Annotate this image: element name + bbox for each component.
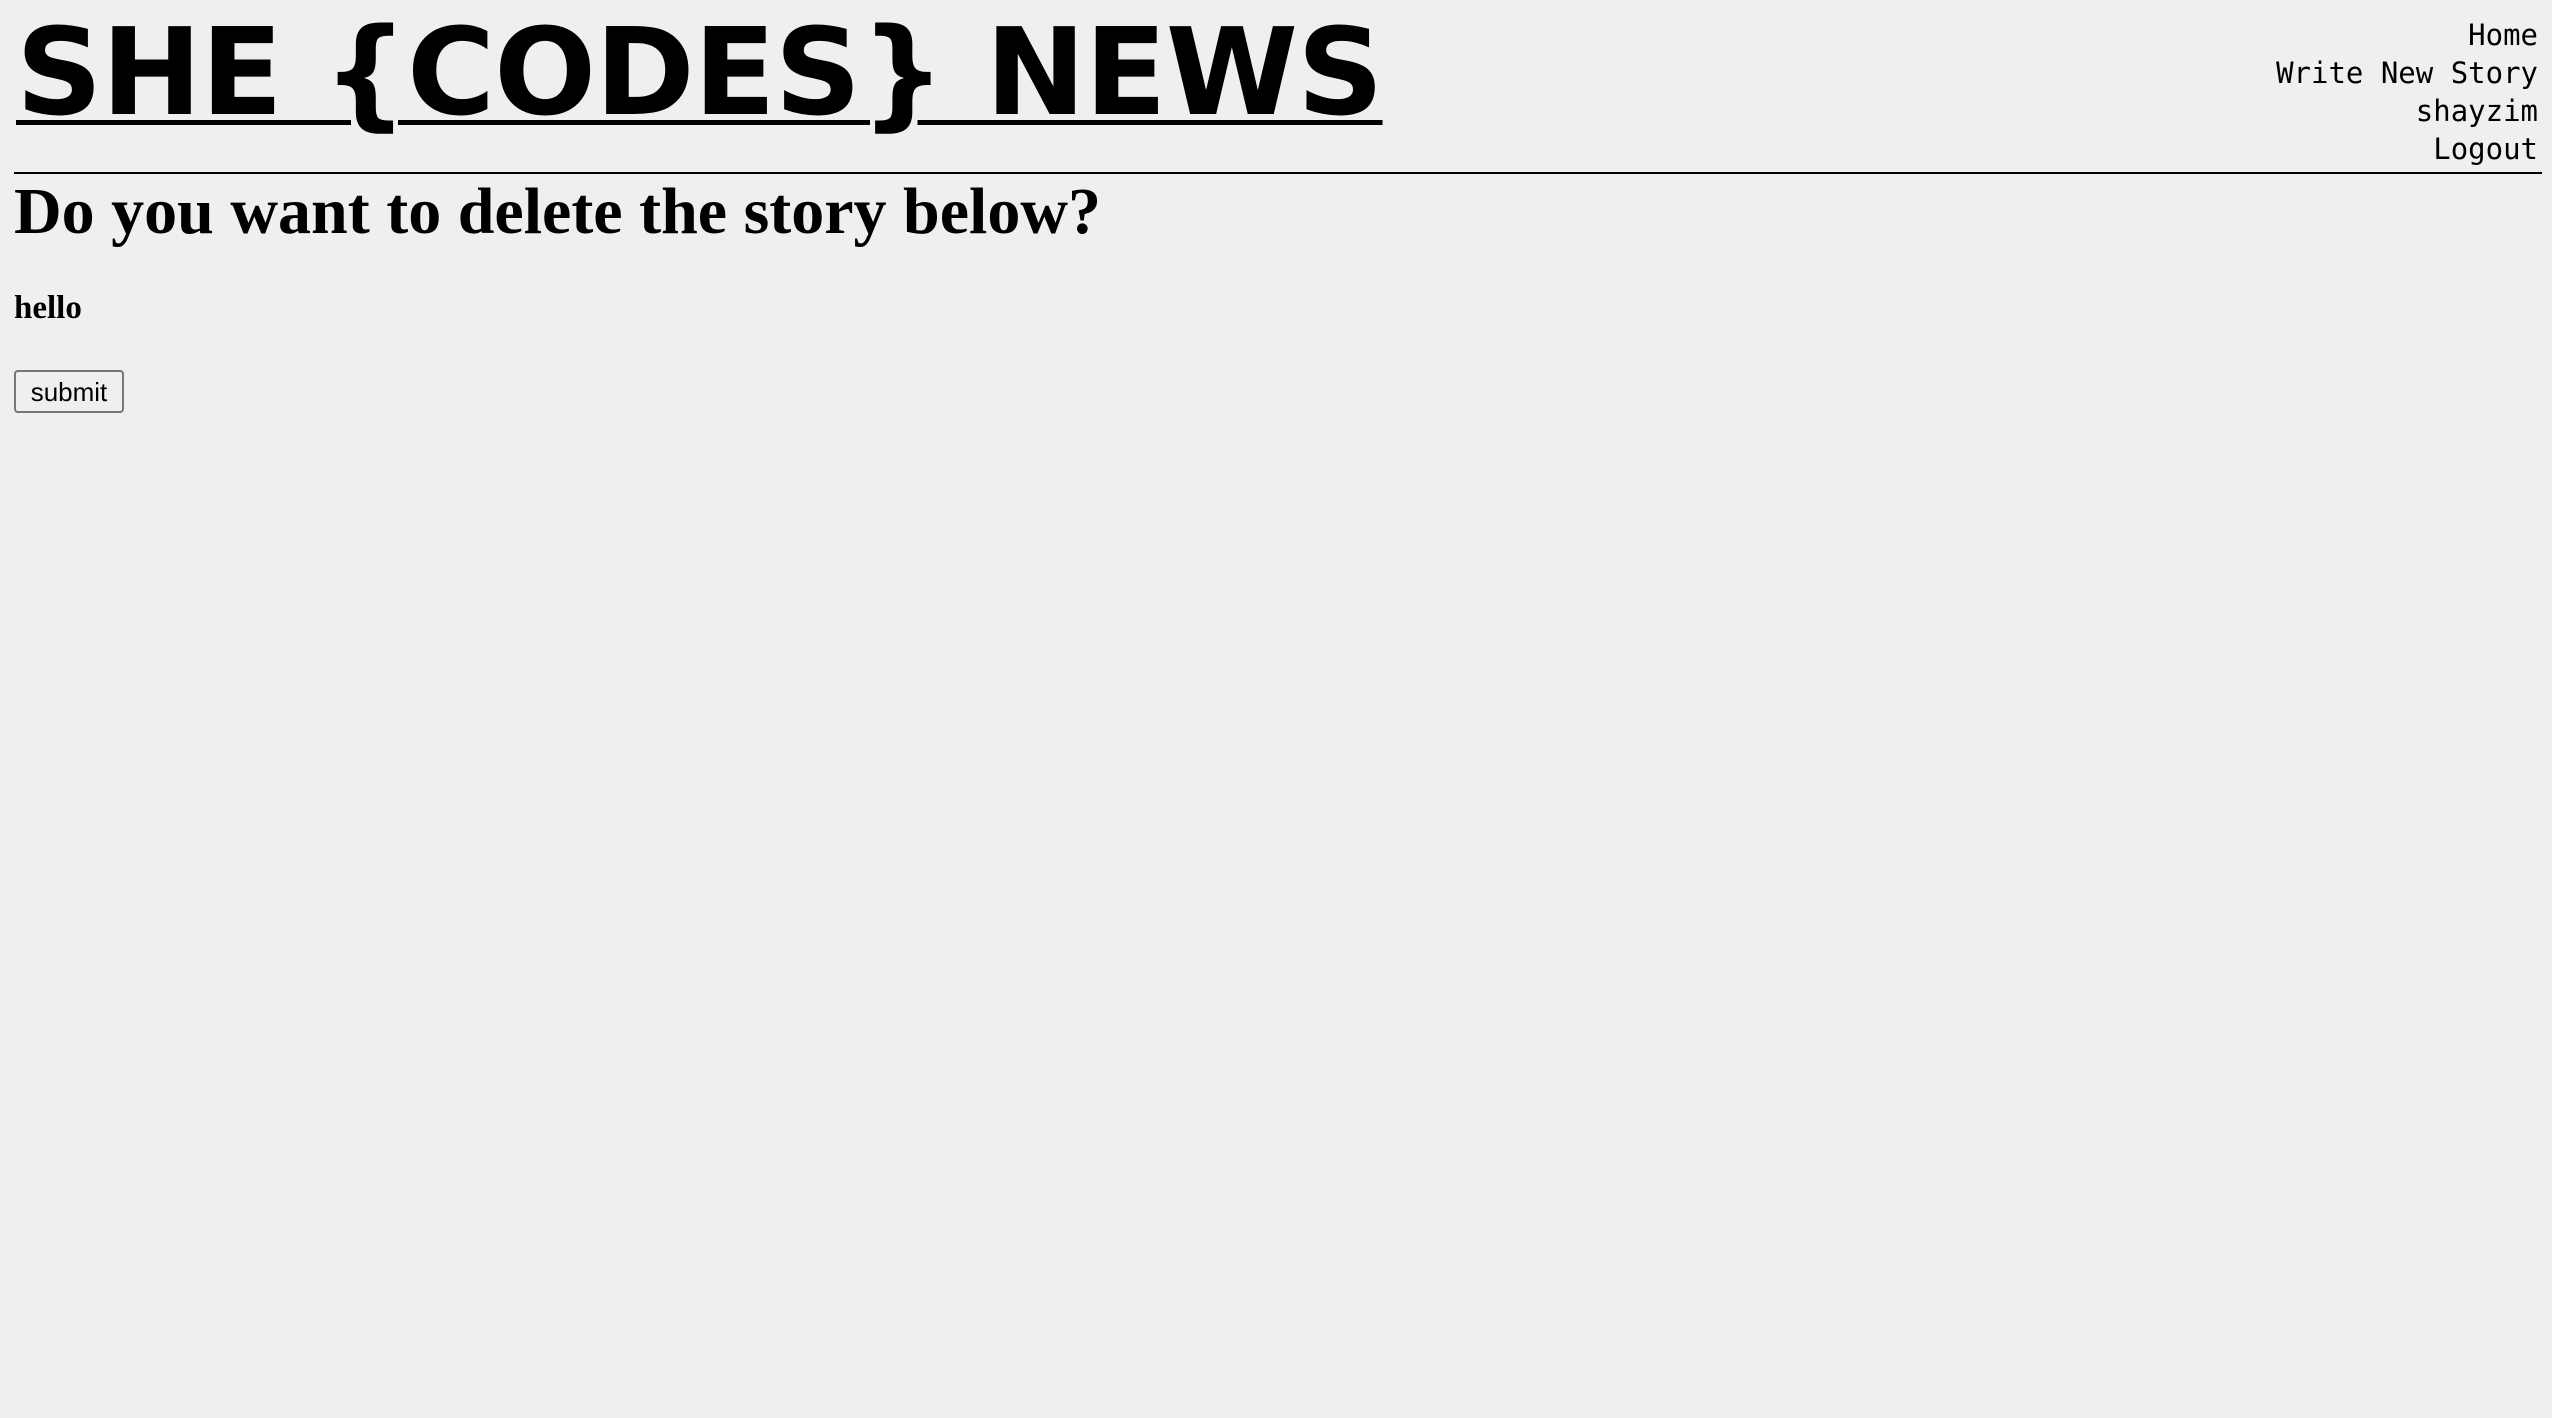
main-nav: Home Write New Story shayzim Logout <box>2276 16 2538 168</box>
site-title-link[interactable]: SHE {CODES} NEWS <box>16 14 1384 134</box>
nav-home-link[interactable]: Home <box>2468 16 2538 54</box>
nav-write-new-story-link[interactable]: Write New Story <box>2276 54 2538 92</box>
delete-confirmation-heading: Do you want to delete the story below? <box>14 175 1102 248</box>
submit-button[interactable]: submit <box>14 370 124 413</box>
nav-logout-link[interactable]: Logout <box>2433 130 2538 168</box>
site-header: SHE {CODES} NEWS Home Write New Story sh… <box>14 0 2542 174</box>
nav-username-link[interactable]: shayzim <box>2416 92 2538 130</box>
story-title: hello <box>14 290 82 326</box>
